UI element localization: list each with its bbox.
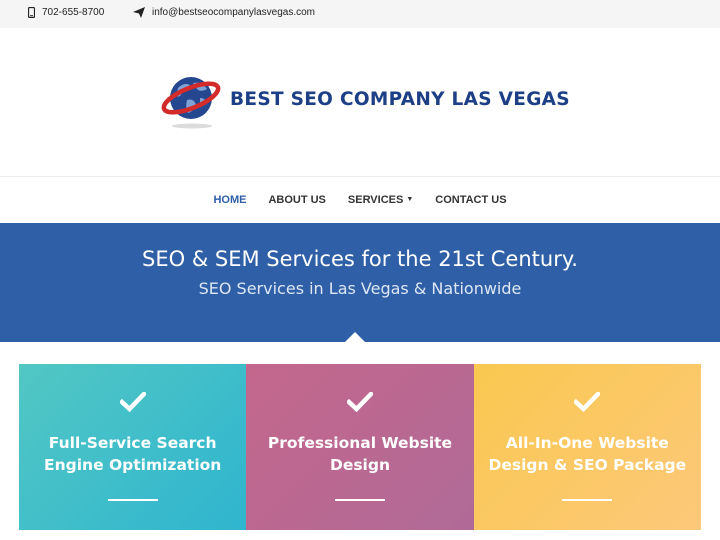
- email-address[interactable]: info@bestseocompanylasvegas.com: [152, 7, 315, 18]
- nav-item-label: CONTACT US: [435, 194, 507, 206]
- check-icon: [19, 392, 246, 412]
- main-navigation: HOME ABOUT US SERVICES ▼ CONTACT US: [0, 176, 720, 223]
- check-icon: [246, 392, 473, 412]
- hero-notch-arrow: [345, 332, 365, 342]
- service-cards: Full-Service Search Engine Optimization …: [19, 364, 701, 530]
- nav-item-label: ABOUT US: [268, 194, 326, 206]
- email-contact[interactable]: info@bestseocompanylasvegas.com: [133, 7, 315, 18]
- service-card-web-design[interactable]: Professional Website Design: [246, 364, 474, 530]
- card-divider: [334, 499, 385, 501]
- nav-item-about-us[interactable]: ABOUT US: [268, 194, 325, 206]
- service-card-title: All-In-One Website Design & SEO Package: [488, 434, 687, 474]
- phone-icon: [28, 7, 35, 18]
- nav-item-home[interactable]: HOME: [213, 194, 246, 206]
- nav-item-contact-us[interactable]: CONTACT US: [435, 194, 506, 206]
- hero-banner: SEO & SEM Services for the 21st Century.…: [0, 223, 720, 342]
- nav-item-label: SERVICES: [347, 194, 404, 206]
- nav-item-services[interactable]: SERVICES ▼: [348, 194, 413, 206]
- nav-item-label: HOME: [213, 194, 247, 206]
- check-icon: [474, 392, 701, 412]
- service-card-package[interactable]: All-In-One Website Design & SEO Package: [473, 364, 701, 530]
- hero-title: SEO & SEM Services for the 21st Century.: [142, 247, 578, 271]
- hero-subtitle: SEO Services in Las Vegas & Nationwide: [198, 279, 522, 298]
- logo-text: BEST SEO COMPANY LAS VEGAS: [230, 88, 570, 110]
- phone-number[interactable]: 702-655-8700: [42, 7, 104, 18]
- header-logo-area: BEST SEO COMPANY LAS VEGAS: [0, 28, 720, 176]
- dropdown-caret-icon: ▼: [406, 196, 414, 203]
- globe-logo-icon: [161, 77, 221, 129]
- site-logo[interactable]: BEST SEO COMPANY LAS VEGAS: [160, 68, 570, 130]
- phone-contact[interactable]: 702-655-8700: [28, 7, 104, 18]
- send-icon: [133, 7, 145, 18]
- service-card-title: Full-Service Search Engine Optimization: [44, 434, 222, 474]
- card-divider: [107, 499, 158, 501]
- service-card-title: Professional Website Design: [267, 434, 453, 474]
- service-card-seo[interactable]: Full-Service Search Engine Optimization: [19, 364, 247, 530]
- top-contact-bar: 702-655-8700 info@bestseocompanylasvegas…: [0, 0, 720, 28]
- card-divider: [562, 499, 613, 501]
